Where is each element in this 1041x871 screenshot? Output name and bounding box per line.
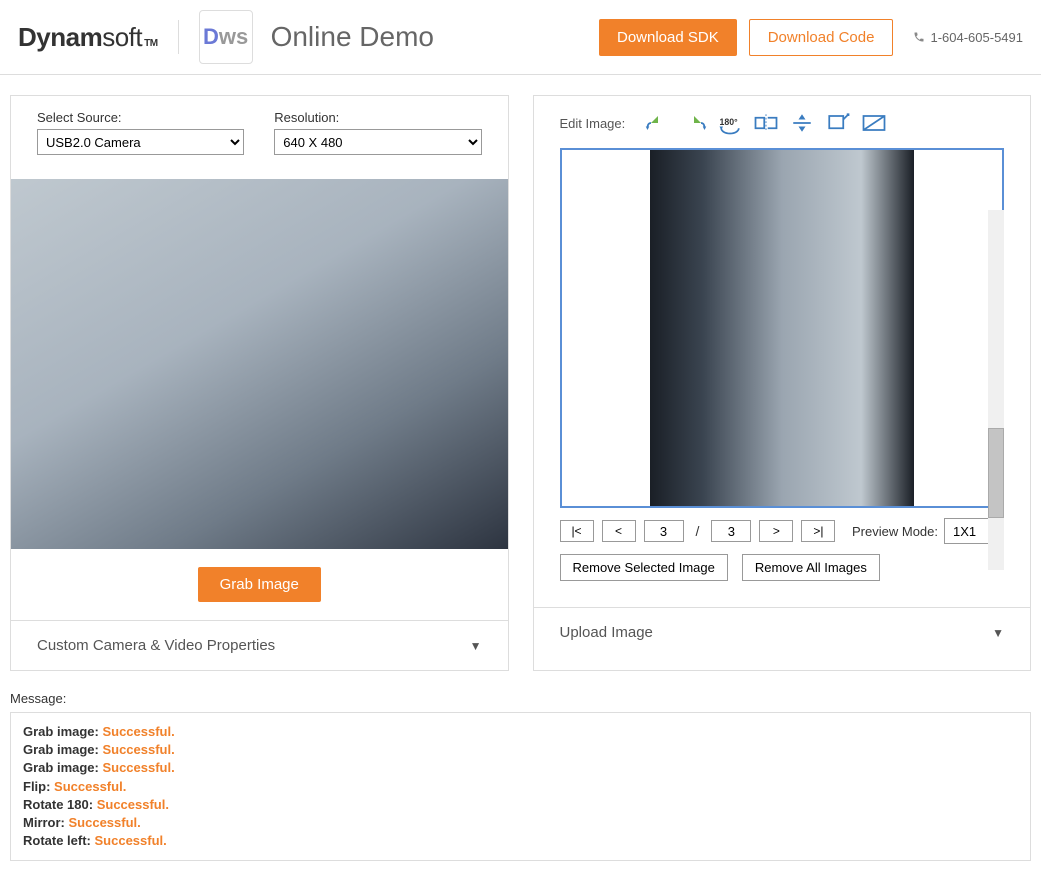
message-line: Rotate left: Successful. xyxy=(23,832,1018,850)
mirror-icon[interactable] xyxy=(751,110,781,136)
message-line: Flip: Successful. xyxy=(23,778,1018,796)
divider xyxy=(178,20,179,54)
rotate-left-icon[interactable] xyxy=(643,110,673,136)
rotate-right-icon[interactable] xyxy=(679,110,709,136)
phone: 1-604-605-5491 xyxy=(913,30,1023,45)
page-separator: / xyxy=(692,523,704,539)
remove-all-button[interactable]: Remove All Images xyxy=(742,554,880,581)
last-page-button[interactable]: >| xyxy=(801,520,835,542)
message-line: Grab image: Successful. xyxy=(23,723,1018,741)
preview-mode-label: Preview Mode: xyxy=(852,524,938,539)
crop-icon[interactable] xyxy=(823,110,853,136)
phone-number: 1-604-605-5491 xyxy=(930,30,1023,45)
message-label: Message: xyxy=(10,691,1031,706)
edit-toolbar: 180° xyxy=(643,110,889,136)
preview-image-content xyxy=(650,150,914,506)
download-sdk-button[interactable]: Download SDK xyxy=(599,19,737,56)
camera-video-preview xyxy=(11,179,508,549)
grab-image-button[interactable]: Grab Image xyxy=(198,567,321,602)
logo[interactable]: DynamsoftTM xyxy=(18,22,158,53)
phone-icon xyxy=(913,31,925,43)
select-source-label: Select Source: xyxy=(37,110,244,125)
resolution-dropdown[interactable]: 640 X 480 xyxy=(274,129,481,155)
rotate-180-icon[interactable]: 180° xyxy=(715,110,745,136)
right-panel: Edit Image: 180° |< xyxy=(533,95,1032,671)
message-line: Grab image: Successful. xyxy=(23,741,1018,759)
total-pages-input[interactable] xyxy=(711,520,751,542)
svg-text:180°: 180° xyxy=(720,117,739,127)
chevron-down-icon: ▼ xyxy=(470,639,482,653)
image-preview xyxy=(560,148,1005,508)
accordion-label: Custom Camera & Video Properties xyxy=(37,637,275,654)
dws-d: D xyxy=(203,24,219,50)
logo-text-main: Dynam xyxy=(18,22,102,53)
message-line: Mirror: Successful. xyxy=(23,814,1018,832)
dws-ws: ws xyxy=(219,24,248,50)
message-box: Grab image: Successful. Grab image: Succ… xyxy=(10,712,1031,861)
remove-selected-button[interactable]: Remove Selected Image xyxy=(560,554,728,581)
prev-page-button[interactable]: < xyxy=(602,520,636,542)
main: Select Source: USB2.0 Camera Resolution:… xyxy=(0,75,1041,681)
camera-properties-accordion[interactable]: Custom Camera & Video Properties ▼ xyxy=(11,620,508,670)
current-page-input[interactable] xyxy=(644,520,684,542)
chevron-down-icon: ▼ xyxy=(992,626,1004,640)
page-title: Online Demo xyxy=(271,21,434,53)
logo-tm: TM xyxy=(144,38,157,49)
edit-image-label: Edit Image: xyxy=(560,116,626,131)
select-source-dropdown[interactable]: USB2.0 Camera xyxy=(37,129,244,155)
message-section: Message: Grab image: Successful. Grab im… xyxy=(0,681,1041,871)
flip-icon[interactable] xyxy=(787,110,817,136)
upload-image-accordion[interactable]: Upload Image ▼ xyxy=(534,607,1031,657)
first-page-button[interactable]: |< xyxy=(560,520,594,542)
message-line: Grab image: Successful. xyxy=(23,759,1018,777)
resolution-label: Resolution: xyxy=(274,110,481,125)
download-code-button[interactable]: Download Code xyxy=(749,19,894,56)
dws-logo: Dws xyxy=(199,10,253,64)
resize-icon[interactable] xyxy=(859,110,889,136)
message-line: Rotate 180: Successful. xyxy=(23,796,1018,814)
left-panel: Select Source: USB2.0 Camera Resolution:… xyxy=(10,95,509,671)
header: DynamsoftTM Dws Online Demo Download SDK… xyxy=(0,0,1041,75)
logo-text-soft: soft xyxy=(102,22,142,53)
next-page-button[interactable]: > xyxy=(759,520,793,542)
accordion-label: Upload Image xyxy=(560,624,653,641)
preview-scrollbar-thumb[interactable] xyxy=(988,428,1004,518)
